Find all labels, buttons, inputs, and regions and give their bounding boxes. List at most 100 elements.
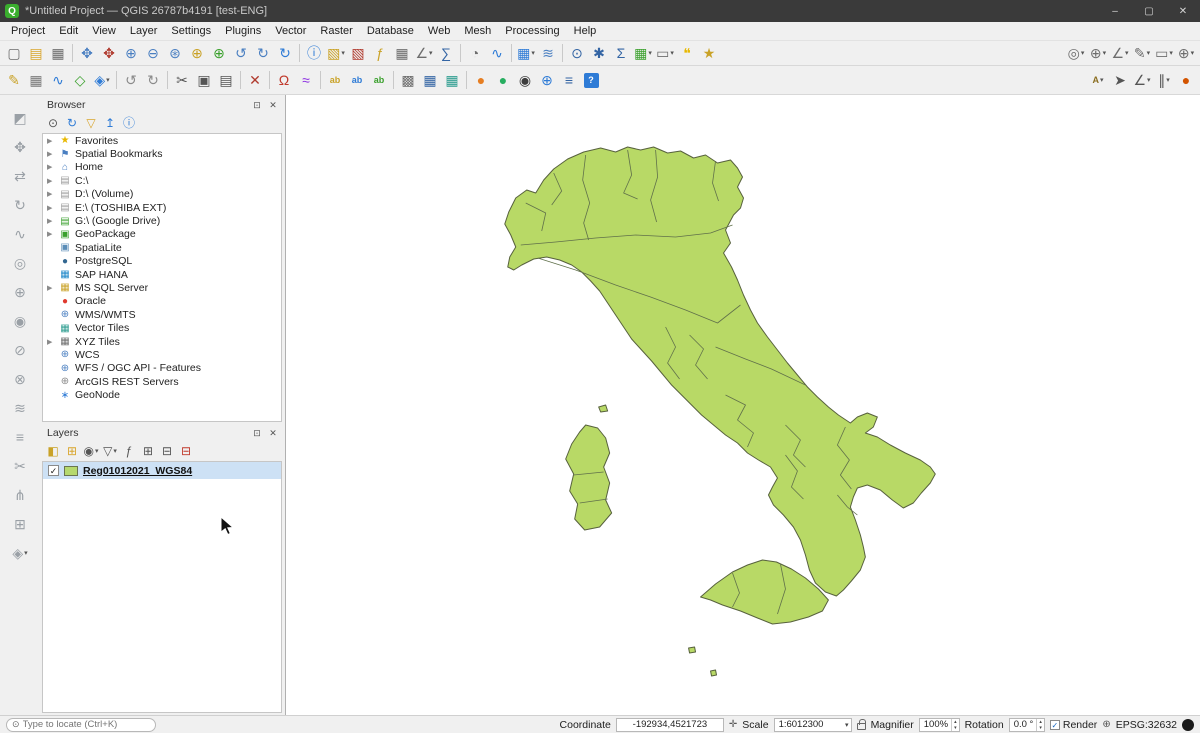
pan-map-button[interactable]: ✥ [76,42,98,64]
delete-part-button[interactable]: ⊗ [9,368,31,390]
coordinate-value-field[interactable]: -192934,4521723 [616,718,724,732]
add-ring-button[interactable]: ◎ [9,252,31,274]
menu-help[interactable]: Help [567,23,604,39]
select-by-expression-button[interactable]: ƒ [369,42,391,64]
pan-to-selection-button[interactable]: ✥ [98,42,120,64]
magnifier-spinner[interactable]: 100% ▴ ▾ [919,718,960,732]
fill-ring-button[interactable]: ◉ [9,310,31,332]
zoom-in-button[interactable]: ⊕ [120,42,142,64]
menu-project[interactable]: Project [4,23,52,39]
expand-all-button[interactable]: ⊞ [139,442,157,460]
map-tips-button[interactable]: ❝ [676,42,698,64]
browser-item-spatialite[interactable]: ▣SpatiaLite [43,241,281,254]
minimize-button[interactable]: – [1098,0,1132,22]
menu-view[interactable]: View [85,23,123,39]
split-features-button[interactable]: ✂ [9,455,31,477]
style-manager-button[interactable]: ★ [698,42,720,64]
open-attribute-table-button[interactable]: ▦ [391,42,413,64]
grass-tools-button[interactable]: ◉ [514,69,536,91]
new-project-button[interactable]: ▢ [3,42,25,64]
browser-item-home[interactable]: ▶⌂Home [43,161,281,174]
zoom-to-selection-button[interactable]: ⊕ [186,42,208,64]
text-annotation-button[interactable]: A▾ [1087,69,1109,91]
copy-features-button[interactable]: ▣ [193,69,215,91]
virtual-layer-button[interactable]: ▦▾ [632,42,654,64]
menu-edit[interactable]: Edit [52,23,85,39]
raster-calculator-button[interactable]: ▦ [419,69,441,91]
browser-item-geonode[interactable]: ∗GeoNode [43,388,281,401]
zoom-last-button[interactable]: ↺ [230,42,252,64]
toggle-editing-button[interactable]: ✎ [3,69,25,91]
python-console-button[interactable]: ≡ [558,69,580,91]
close-icon[interactable]: ✕ [267,100,279,111]
select-features-button[interactable]: ▧▾ [325,42,347,64]
save-project-button[interactable]: ▦ [47,42,69,64]
layer-checkbox-icon[interactable]: ✓ [48,465,59,476]
elevation-profile-button[interactable]: ∿ [486,42,508,64]
add-feature-button[interactable]: ◇ [69,69,91,91]
filter-legend-button[interactable]: ▽▾ [101,442,119,460]
browser-item-wms-wmts[interactable]: ⊕WMS/WMTS [43,308,281,321]
menu-raster[interactable]: Raster [313,23,359,39]
mesh-calculator-button[interactable]: ▦ [441,69,463,91]
select-pointer-button[interactable]: ➤ [1109,69,1131,91]
open-project-button[interactable]: ▤ [25,42,47,64]
zoom-full-extent-button[interactable]: ⊛ [164,42,186,64]
browser-item-oracle[interactable]: ●Oracle [43,295,281,308]
browser-item-ms-sql-server[interactable]: ▶▦MS SQL Server [43,281,281,294]
data-source-manager-button[interactable]: ≋ [537,42,559,64]
menu-vector[interactable]: Vector [268,23,313,39]
identify-features-button[interactable]: ⓘ [303,42,325,64]
undock-icon[interactable]: ⊡ [251,428,263,439]
zoom-dropdown-button[interactable]: ⊕▾ [1087,42,1109,64]
annotation-dropdown-button[interactable]: ✎▾ [1131,42,1153,64]
locate-box[interactable]: ⊙ [6,718,156,732]
move-label-button[interactable]: ab [346,69,368,91]
filter-by-expression-button[interactable]: ƒ [120,442,138,460]
locate-input[interactable] [23,719,155,730]
redo-button[interactable]: ↻ [142,69,164,91]
filter-browser-button[interactable]: ▽ [82,114,100,132]
small-island-south-2[interactable] [711,670,717,676]
save-layer-edits-button[interactable]: ▦ [25,69,47,91]
lock-icon[interactable] [857,723,866,730]
collapse-all-button[interactable]: ⊟ [158,442,176,460]
layer-labeling-button[interactable]: ab [324,69,346,91]
browser-item-vector-tiles[interactable]: ▦Vector Tiles [43,321,281,334]
messages-icon[interactable] [1182,719,1194,731]
browser-item-geopackage[interactable]: ▶▣GeoPackage [43,228,281,241]
delete-ring-button[interactable]: ⊘ [9,339,31,361]
spin-down-icon[interactable]: ▾ [1037,725,1044,731]
browser-item-c[interactable]: ▶▤C:\ [43,174,281,187]
deselect-features-button[interactable]: ▧ [347,42,369,64]
check-labels-button[interactable]: ab [368,69,390,91]
browser-item-g-google-drive[interactable]: ▶▤G:\ (Google Drive) [43,214,281,227]
collapse-all-button[interactable]: ↥ [101,114,119,132]
extents-icon[interactable]: ✛ [729,719,737,730]
stream-digitizing-button[interactable]: ≈ [295,69,317,91]
render-checkbox[interactable]: ✓ Render [1050,719,1097,731]
scale-combo[interactable]: 1:6012300 ▾ [774,718,852,732]
browser-item-favorites[interactable]: ▶★Favorites [43,134,281,147]
temporal-controller-button[interactable]: ◔ [464,42,486,64]
zoom-to-layer-button[interactable]: ⊕ [208,42,230,64]
offset-curve-button[interactable]: ≡ [9,426,31,448]
menu-mesh[interactable]: Mesh [457,23,498,39]
zoom-out-button[interactable]: ⊖ [142,42,164,64]
cut-features-button[interactable]: ✂ [171,69,193,91]
select-dropdown-button[interactable]: ◎▾ [1065,42,1087,64]
remove-layer-button[interactable]: ⊟ [177,442,195,460]
measure-button[interactable]: ∠▾ [413,42,435,64]
paste-features-button[interactable]: ▤ [215,69,237,91]
browser-item-postgresql[interactable]: ●PostgreSQL [43,255,281,268]
split-parts-button[interactable]: ⋔ [9,484,31,506]
crs-label[interactable]: EPSG:32632 [1116,719,1177,731]
browser-item-sap-hana[interactable]: ▦SAP HANA [43,268,281,281]
menu-settings[interactable]: Settings [164,23,218,39]
move-feature-button[interactable]: ✥ [9,136,31,158]
cad-parallel-constraint-button[interactable]: ∥▾ [1153,69,1175,91]
spin-down-icon[interactable]: ▾ [952,725,959,731]
elba-island[interactable] [599,405,608,412]
cad-angle-constraint-button[interactable]: ∠▾ [1131,69,1153,91]
browser-item-arcgis-rest-servers[interactable]: ⊕ArcGIS REST Servers [43,375,281,388]
